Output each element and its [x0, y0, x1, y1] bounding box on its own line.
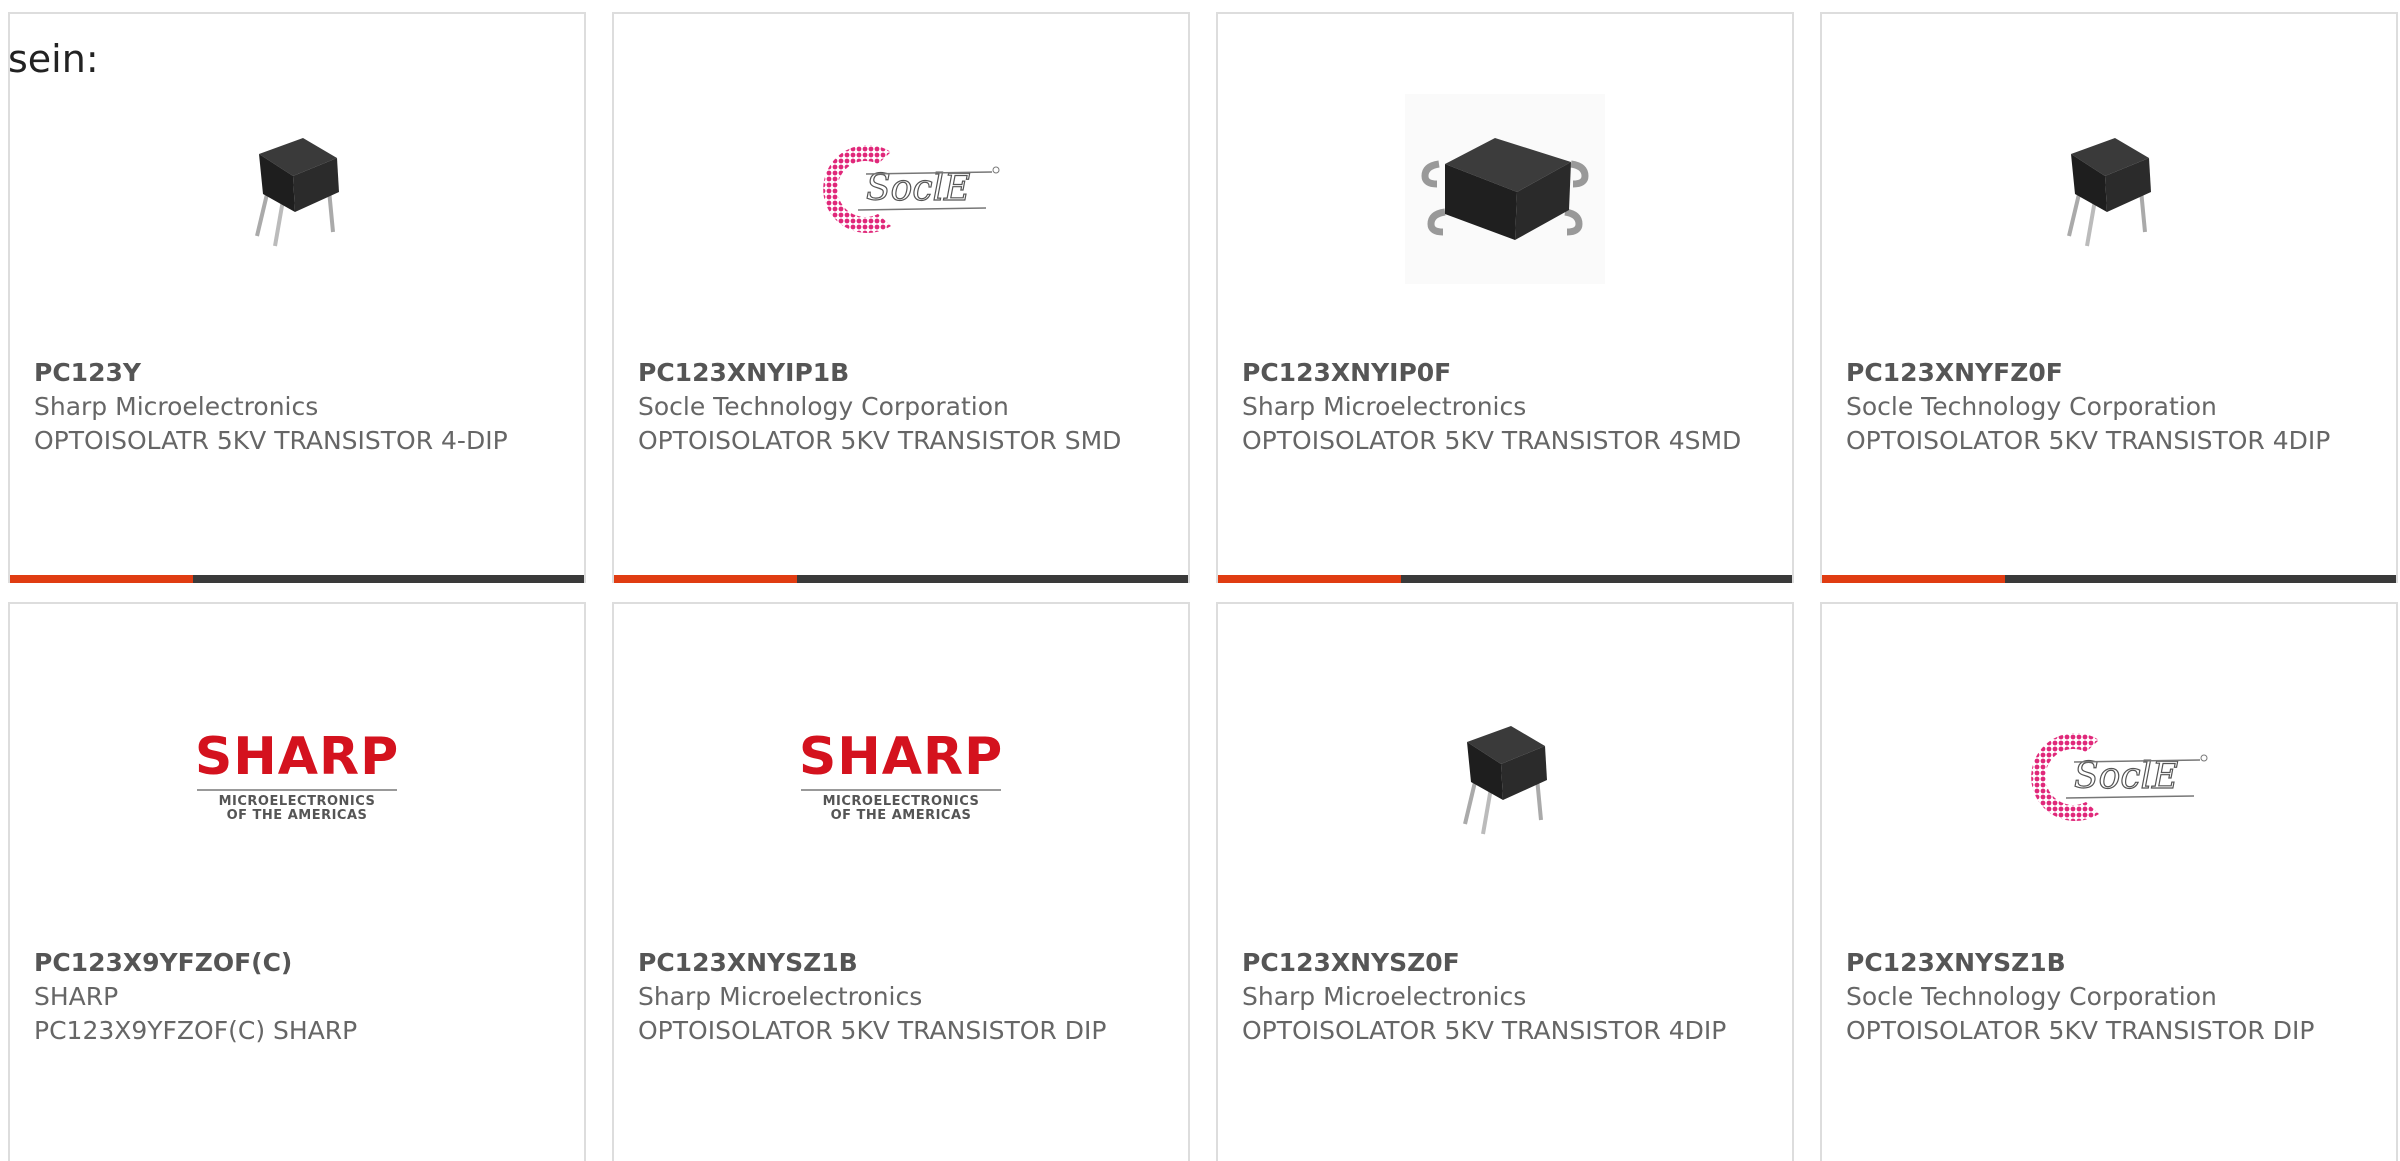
product-card[interactable]: SHARP MICROELECTRONICS OF THE AMERICAS PC…	[8, 602, 586, 1161]
manufacturer: Socle Technology Corporation	[638, 392, 1009, 421]
description: PC123X9YFZOF(C) SHARP	[34, 1016, 358, 1045]
description: OPTOISOLATOR 5KV TRANSISTOR DIP	[1846, 1016, 2315, 1045]
card-bar	[10, 575, 584, 583]
product-card[interactable]: SHARP MICROELECTRONICS OF THE AMERICAS PC…	[612, 602, 1190, 1161]
product-image[interactable]	[1218, 84, 1792, 294]
description: OPTOISOLATOR 5KV TRANSISTOR 4DIP	[1242, 1016, 1727, 1045]
product-info: PC123XNYSZ1B Socle Technology Corporatio…	[1846, 946, 2366, 1048]
product-image[interactable]	[1822, 84, 2396, 294]
product-image[interactable]: SHARP MICROELECTRONICS OF THE AMERICAS	[10, 672, 584, 882]
product-image[interactable]	[10, 84, 584, 294]
part-number[interactable]: PC123XNYSZ1B	[638, 946, 1158, 980]
dip-chip-icon	[255, 138, 339, 247]
socle-logo: SoclE	[2031, 733, 2208, 821]
manufacturer: Socle Technology Corporation	[1846, 982, 2217, 1011]
part-number[interactable]: PC123X9YFZOF(C)	[34, 946, 554, 980]
product-card[interactable]: PC123XNYIP0F Sharp Microelectronics OPTO…	[1216, 12, 1794, 583]
part-number[interactable]: PC123XNYIP0F	[1242, 356, 1762, 390]
card-bar-accent	[1218, 575, 1401, 583]
product-info: PC123XNYSZ1B Sharp Microelectronics OPTO…	[638, 946, 1158, 1048]
product-card[interactable]: PC123XNYFZ0F Socle Technology Corporatio…	[1820, 12, 2398, 583]
manufacturer: Sharp Microelectronics	[1242, 392, 1527, 421]
dip-chip-icon	[2067, 138, 2151, 247]
part-number[interactable]: PC123XNYFZ0F	[1846, 356, 2366, 390]
description: OPTOISOLATR 5KV TRANSISTOR 4-DIP	[34, 426, 508, 455]
sharp-logo: SHARP MICROELECTRONICS OF THE AMERICAS	[194, 727, 400, 823]
product-grid: PC123Y Sharp Microelectronics OPTOISOLAT…	[8, 12, 2400, 1161]
manufacturer: Sharp Microelectronics	[34, 392, 319, 421]
product-image[interactable]: SoclE	[1822, 672, 2396, 882]
part-number[interactable]: PC123XNYSZ1B	[1846, 946, 2366, 980]
part-number[interactable]: PC123Y	[34, 356, 554, 390]
product-card[interactable]: SoclE PC123XNYSZ1B Socle Technology Corp…	[1820, 602, 2398, 1161]
product-info: PC123XNYIP0F Sharp Microelectronics OPTO…	[1242, 356, 1762, 458]
card-bar	[1218, 575, 1792, 583]
card-bar	[614, 575, 1188, 583]
product-card[interactable]: PC123XNYSZ0F Sharp Microelectronics OPTO…	[1216, 602, 1794, 1161]
product-image[interactable]: SHARP MICROELECTRONICS OF THE AMERICAS	[614, 672, 1188, 882]
manufacturer: Sharp Microelectronics	[1242, 982, 1527, 1011]
product-card[interactable]: SoclE PC123XNYIP1B Socle Technology Corp…	[612, 12, 1190, 583]
product-image[interactable]	[1218, 672, 1792, 882]
product-info: PC123X9YFZOF(C) SHARP PC123X9YFZOF(C) SH…	[34, 946, 554, 1048]
manufacturer: Socle Technology Corporation	[1846, 392, 2217, 421]
product-info: PC123XNYSZ0F Sharp Microelectronics OPTO…	[1242, 946, 1762, 1048]
manufacturer: SHARP	[34, 982, 119, 1011]
smd-chip-icon	[1405, 94, 1605, 284]
page: sein: PC123Y Sharp Microelectronics OPTO…	[0, 0, 2400, 1161]
description: OPTOISOLATOR 5KV TRANSISTOR DIP	[638, 1016, 1107, 1045]
dip-chip-icon	[1463, 726, 1547, 835]
part-number[interactable]: PC123XNYIP1B	[638, 356, 1158, 390]
product-card[interactable]: PC123Y Sharp Microelectronics OPTOISOLAT…	[8, 12, 586, 583]
part-number[interactable]: PC123XNYSZ0F	[1242, 946, 1762, 980]
card-bar-accent	[1822, 575, 2005, 583]
description: OPTOISOLATOR 5KV TRANSISTOR 4DIP	[1846, 426, 2331, 455]
manufacturer: Sharp Microelectronics	[638, 982, 923, 1011]
description: OPTOISOLATOR 5KV TRANSISTOR SMD	[638, 426, 1122, 455]
product-info: PC123XNYIP1B Socle Technology Corporatio…	[638, 356, 1158, 458]
description: OPTOISOLATOR 5KV TRANSISTOR 4SMD	[1242, 426, 1742, 455]
card-bar-accent	[614, 575, 797, 583]
product-info: PC123XNYFZ0F Socle Technology Corporatio…	[1846, 356, 2366, 458]
socle-logo: SoclE	[823, 145, 1000, 233]
product-info: PC123Y Sharp Microelectronics OPTOISOLAT…	[34, 356, 554, 458]
product-image[interactable]: SoclE	[614, 84, 1188, 294]
card-bar	[1822, 575, 2396, 583]
sharp-logo: SHARP MICROELECTRONICS OF THE AMERICAS	[798, 727, 1004, 823]
intro-text: sein:	[8, 37, 99, 81]
card-bar-accent	[10, 575, 193, 583]
